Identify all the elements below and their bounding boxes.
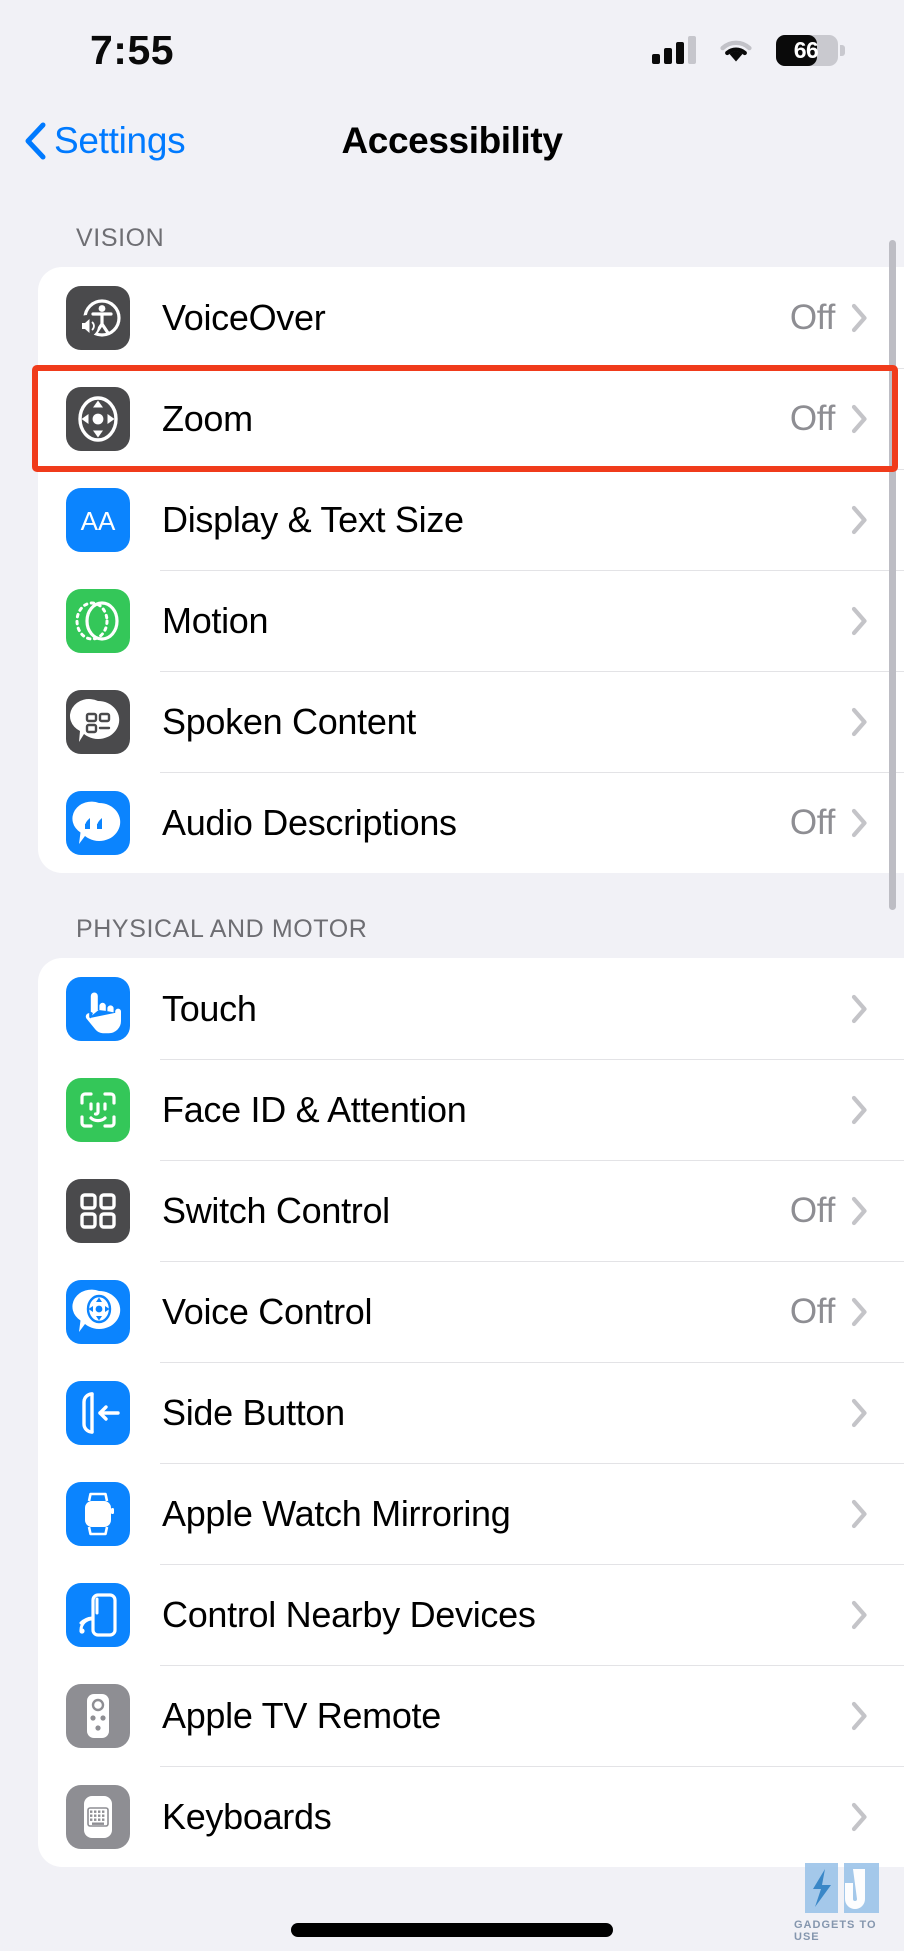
home-indicator <box>291 1923 613 1937</box>
settings-row-label: Motion <box>162 599 269 641</box>
settings-row-label: Spoken Content <box>162 700 416 742</box>
chevron-right-icon <box>851 1297 867 1326</box>
zoom-icon <box>66 386 130 451</box>
settings-row-motion[interactable]: Motion <box>38 570 904 671</box>
gadgets-to-use-logo-icon <box>805 1863 879 1913</box>
settings-row-label: Apple Watch Mirroring <box>162 1492 511 1534</box>
settings-row-value: Off <box>789 802 835 842</box>
chevron-right-icon <box>851 994 867 1023</box>
wifi-icon <box>720 40 752 61</box>
chevron-right-icon <box>851 505 867 534</box>
chevron-right-icon <box>851 404 867 433</box>
back-button-label: Settings <box>54 120 186 161</box>
spoken-content-icon <box>66 689 130 754</box>
settings-row-keyboards[interactable]: Keyboards <box>38 1766 904 1867</box>
watermark-text: GADGETS TO USE <box>794 1919 877 1943</box>
settings-row-apple-tv-remote[interactable]: Apple TV Remote <box>38 1665 904 1766</box>
chevron-right-icon <box>851 1095 867 1124</box>
settings-list[interactable]: VISION VoiceOver Off Zoom Off AA Display & Tex… <box>0 182 904 1951</box>
settings-row-zoom[interactable]: Zoom Off <box>38 368 904 469</box>
switch-control-grid-icon <box>66 1178 130 1243</box>
chevron-right-icon <box>851 1701 867 1730</box>
settings-row-label: Touch <box>162 987 257 1029</box>
apple-tv-remote-icon <box>66 1683 130 1748</box>
apple-watch-icon <box>66 1481 130 1546</box>
settings-group: Touch Face ID & Attention Switch Control Of… <box>38 958 904 1867</box>
settings-row-label: Voice Control <box>162 1290 373 1332</box>
watermark: GADGETS TO USE <box>794 1859 890 1943</box>
settings-row-voiceover[interactable]: VoiceOver Off <box>38 267 904 368</box>
chevron-right-icon <box>851 303 867 332</box>
vertical-scrollbar[interactable] <box>889 240 896 910</box>
battery-percentage: 66 <box>793 36 819 63</box>
settings-row-value: Off <box>789 1190 835 1230</box>
touch-hand-icon <box>66 976 130 1041</box>
settings-row-label: Apple TV Remote <box>162 1694 441 1736</box>
chevron-right-icon <box>851 1196 867 1225</box>
iphone-screen: 7:55 66 Settings Accessibility VISION Vo… <box>0 0 904 1951</box>
settings-row-side-button[interactable]: Side Button <box>38 1362 904 1463</box>
settings-row-control-nearby-devices[interactable]: Control Nearby Devices <box>38 1564 904 1665</box>
chevron-right-icon <box>851 808 867 837</box>
settings-row-value: Off <box>789 297 835 337</box>
section-header: VISION <box>76 224 165 252</box>
settings-group: VoiceOver Off Zoom Off AA Display & Text Size… <box>38 267 904 873</box>
settings-row-apple-watch-mirroring[interactable]: Apple Watch Mirroring <box>38 1463 904 1564</box>
chevron-right-icon <box>851 707 867 736</box>
keyboard-icon <box>66 1784 130 1849</box>
chevron-right-icon <box>851 606 867 635</box>
svg-text:AA: AA <box>81 506 116 536</box>
settings-row-label: VoiceOver <box>162 296 326 338</box>
cellular-signal-icon <box>652 36 696 64</box>
chevron-right-icon <box>851 1398 867 1427</box>
settings-row-label: Zoom <box>162 397 253 439</box>
settings-row-touch[interactable]: Touch <box>38 958 904 1059</box>
settings-row-label: Keyboards <box>162 1795 332 1837</box>
settings-row-label: Switch Control <box>162 1189 390 1231</box>
settings-row-spoken-content[interactable]: Spoken Content <box>38 671 904 772</box>
audio-descriptions-icon <box>66 790 130 855</box>
settings-row-label: Side Button <box>162 1391 345 1433</box>
settings-row-display-text-size[interactable]: AA Display & Text Size <box>38 469 904 570</box>
side-button-icon <box>66 1380 130 1445</box>
settings-row-face-id-attention[interactable]: Face ID & Attention <box>38 1059 904 1160</box>
settings-row-switch-control[interactable]: Switch Control Off <box>38 1160 904 1261</box>
control-nearby-devices-icon <box>66 1582 130 1647</box>
section-header: PHYSICAL AND MOTOR <box>76 915 368 943</box>
chevron-right-icon <box>851 1802 867 1831</box>
voiceover-icon <box>66 285 130 350</box>
navigation-bar: Settings Accessibility <box>0 100 904 182</box>
voice-control-icon <box>66 1279 130 1344</box>
settings-row-voice-control[interactable]: Voice Control Off <box>38 1261 904 1362</box>
status-bar-time: 7:55 <box>90 26 175 73</box>
motion-icon <box>66 588 130 653</box>
settings-row-value: Off <box>789 398 835 438</box>
chevron-right-icon <box>851 1499 867 1528</box>
settings-row-label: Face ID & Attention <box>162 1088 467 1130</box>
back-button[interactable]: Settings <box>24 120 186 162</box>
settings-row-value: Off <box>789 1291 835 1331</box>
settings-row-label: Control Nearby Devices <box>162 1593 536 1635</box>
status-bar-icons: 66 <box>652 34 845 66</box>
page-title: Accessibility <box>341 120 563 161</box>
display-text-size-icon: AA <box>66 487 130 552</box>
settings-row-audio-descriptions[interactable]: Audio Descriptions Off <box>38 772 904 873</box>
status-bar: 7:55 66 <box>0 0 904 100</box>
settings-row-label: Audio Descriptions <box>162 801 457 843</box>
chevron-right-icon <box>851 1600 867 1629</box>
settings-row-label: Display & Text Size <box>162 498 464 540</box>
face-id-icon <box>66 1077 130 1142</box>
chevron-left-icon <box>25 122 46 160</box>
battery-icon: 66 <box>776 34 845 66</box>
